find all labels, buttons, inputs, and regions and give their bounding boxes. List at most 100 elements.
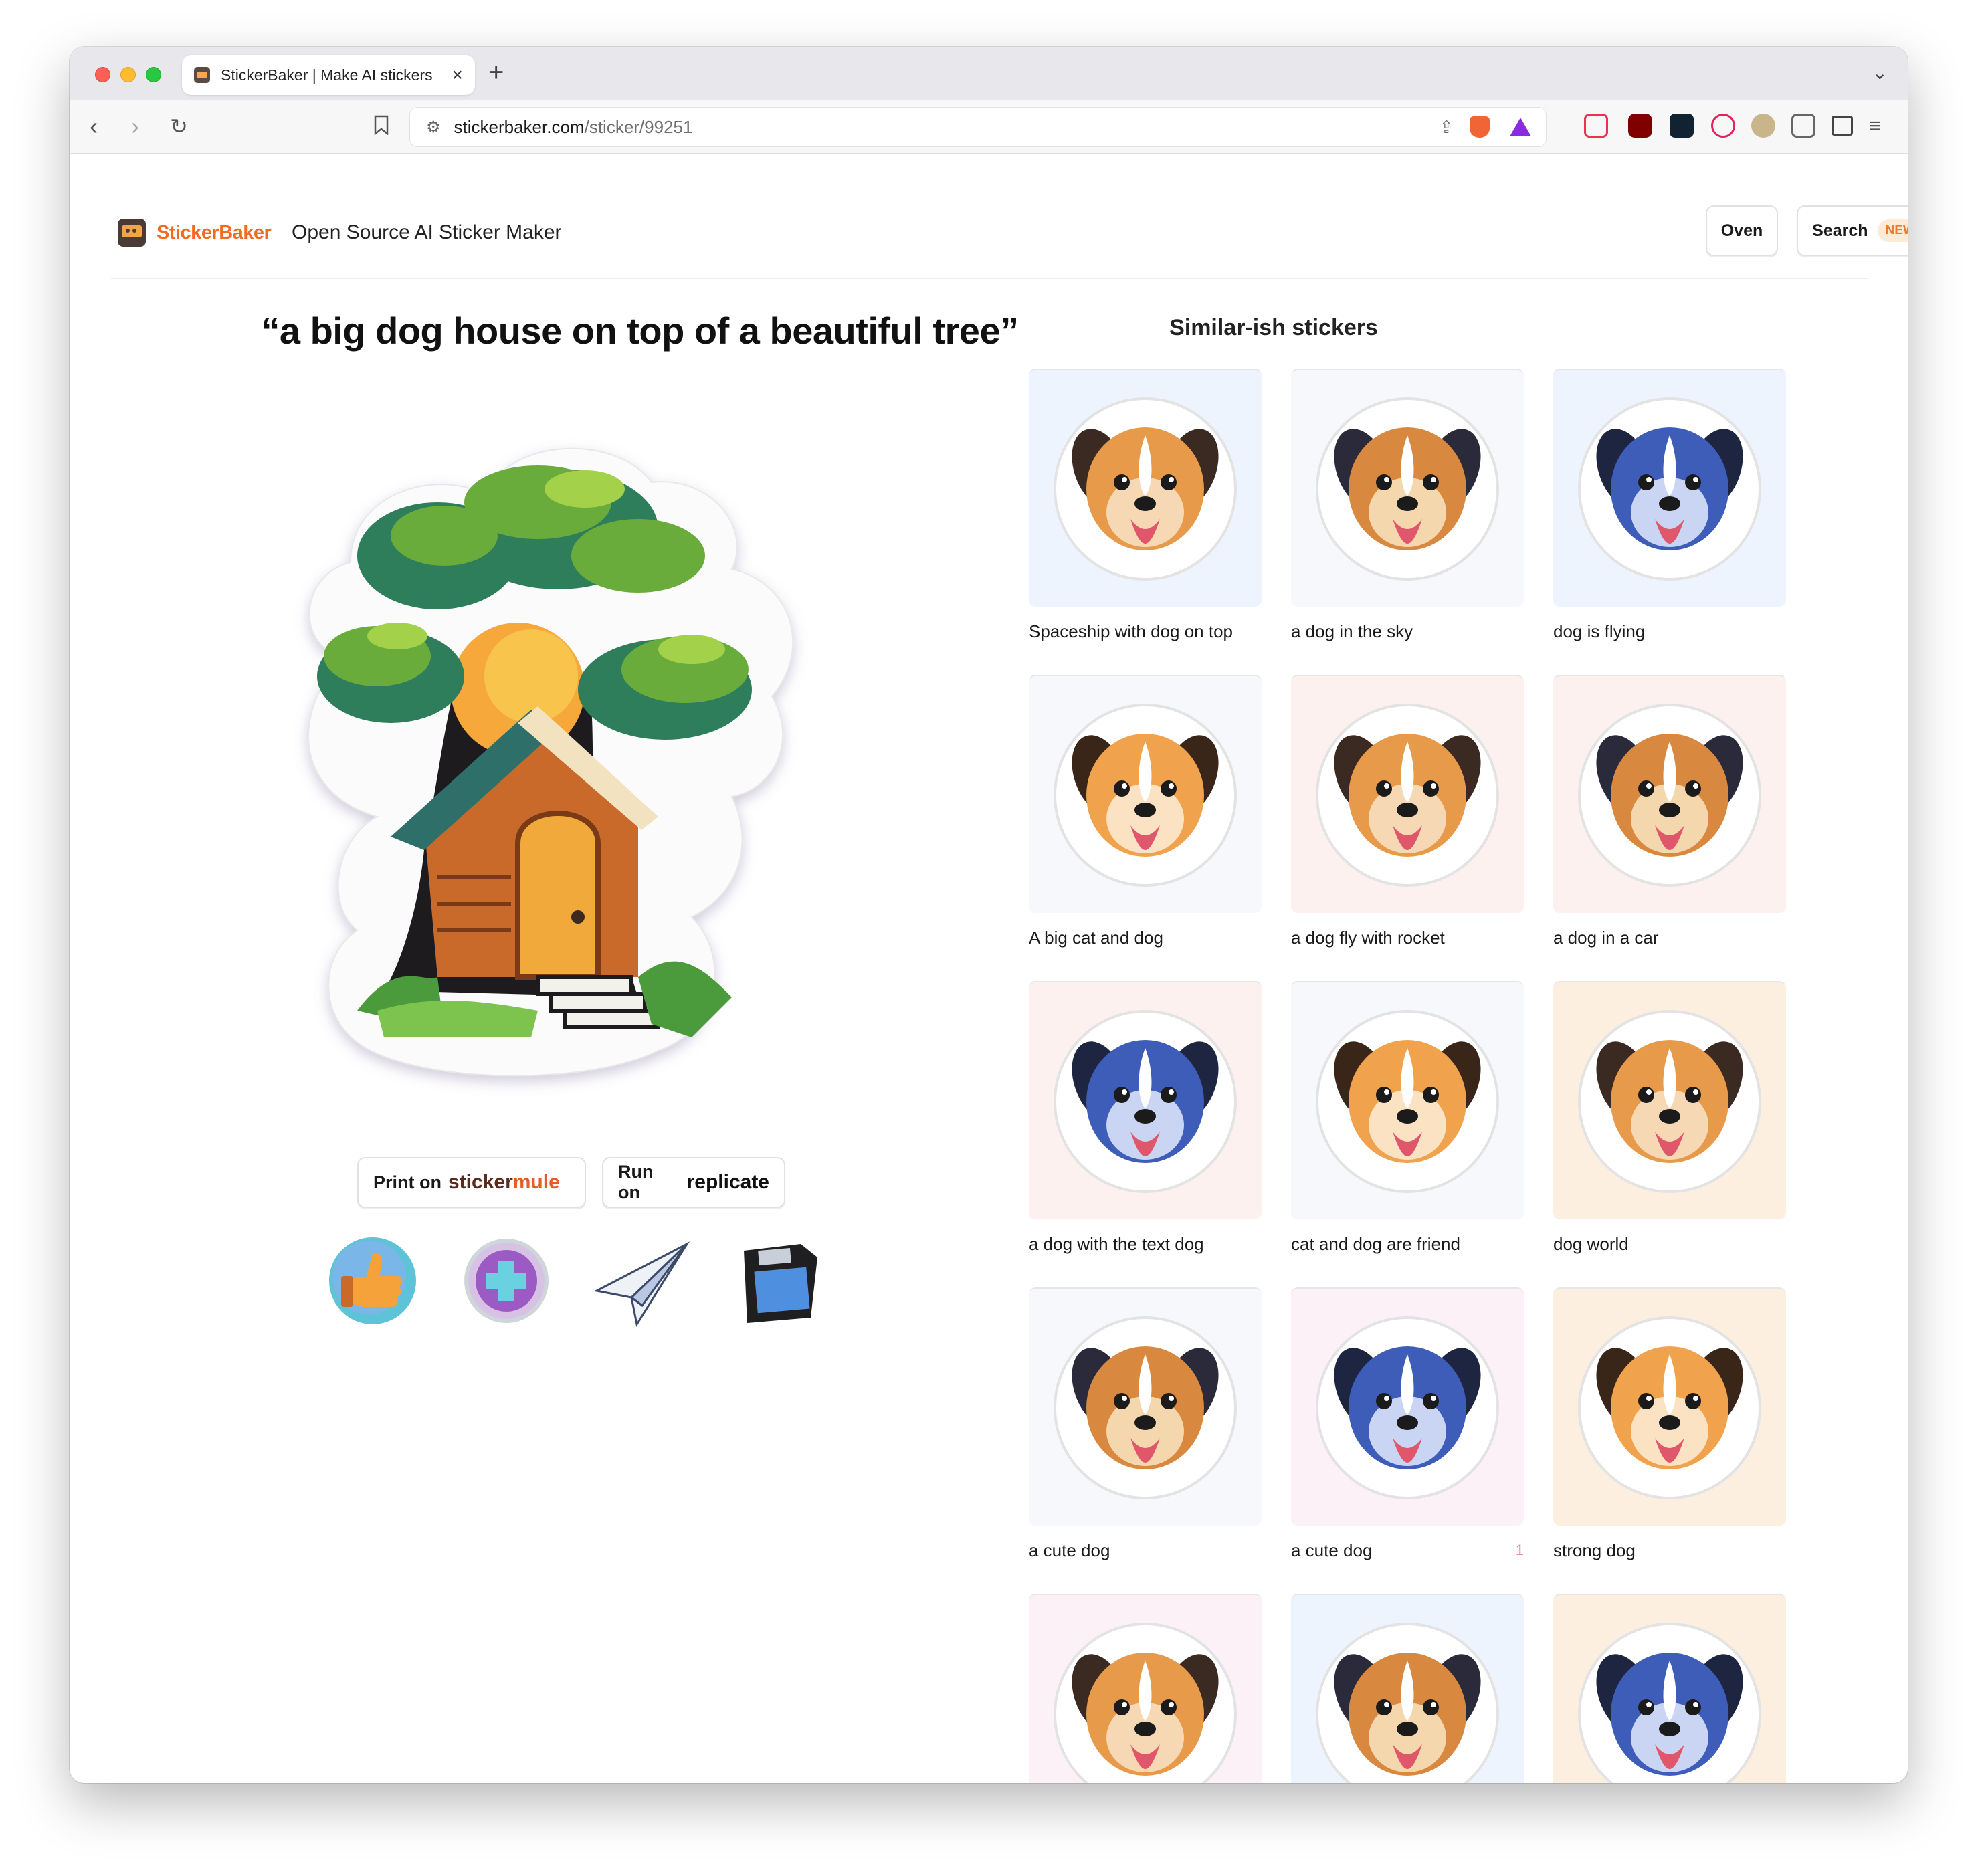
save-floppy-disk-icon[interactable] — [724, 1231, 824, 1331]
similar-sticker-card[interactable]: a cute dog — [1029, 1287, 1262, 1561]
stickerbaker-favicon-icon — [194, 67, 210, 83]
sticker-thumbnail[interactable] — [1291, 981, 1524, 1219]
similar-sticker-card[interactable]: A big cat and dog — [1029, 675, 1262, 948]
menu-icon[interactable]: ≡ — [1869, 115, 1881, 138]
sticker-thumbnail[interactable] — [1029, 1287, 1262, 1526]
dog-sticker-image — [1054, 397, 1237, 581]
reload-icon[interactable]: ↻ — [170, 114, 188, 139]
sticker-label[interactable]: Spaceship with dog on top — [1029, 621, 1262, 642]
search-button-label: Search — [1812, 221, 1868, 240]
sticker-label[interactable]: dog is flying — [1553, 621, 1786, 642]
new-badge: NEW — [1877, 219, 1908, 242]
brave-rewards-icon[interactable] — [1510, 118, 1531, 136]
search-button[interactable]: Search NEW — [1797, 205, 1908, 256]
sticker-thumbnail[interactable] — [1291, 1287, 1524, 1526]
like-count: 1 — [1515, 1542, 1524, 1558]
send-paper-plane-icon[interactable] — [590, 1231, 690, 1331]
thumbs-up-icon[interactable] — [322, 1231, 423, 1331]
extensions-puzzle-icon[interactable] — [1791, 114, 1815, 138]
page-content: StickerBaker Open Source AI Sticker Make… — [70, 154, 1908, 1783]
tab-strip: StickerBaker | Make AI stickers × + ⌄ — [70, 47, 1908, 100]
sticker-prompt-title: “a big dog house on top of a beautiful t… — [261, 310, 1019, 352]
forward-icon[interactable]: › — [131, 112, 139, 140]
similar-sticker-card[interactable]: a cute dog 1 — [1291, 1287, 1524, 1561]
similar-sticker-card[interactable]: strong dog — [1553, 1287, 1786, 1561]
brave-shields-icon[interactable] — [1470, 116, 1490, 138]
similar-sticker-card[interactable]: dog is flying — [1553, 369, 1786, 642]
replicate-logo: replicate — [686, 1171, 769, 1193]
sticker-thumbnail[interactable] — [1291, 1594, 1524, 1783]
close-tab-icon[interactable]: × — [452, 64, 463, 86]
sticker-label[interactable]: a dog in the sky — [1291, 621, 1524, 642]
new-tab-icon[interactable]: + — [488, 58, 504, 88]
similar-sticker-card[interactable] — [1553, 1594, 1786, 1783]
sticker-thumbnail[interactable] — [1553, 981, 1786, 1219]
sticker-label[interactable]: a cute dog — [1029, 1540, 1262, 1561]
bookmark-icon[interactable] — [373, 115, 389, 140]
add-plus-icon[interactable] — [456, 1231, 557, 1331]
sticker-label[interactable]: a cute dog — [1291, 1540, 1524, 1561]
stickermule-logo-sticker: sticker — [448, 1171, 513, 1193]
extension-k-icon[interactable] — [1670, 114, 1694, 138]
share-icon[interactable]: ⇪ — [1439, 117, 1454, 138]
sticker-label[interactable]: dog world — [1553, 1234, 1786, 1255]
similar-sticker-card[interactable]: a dog with the text dog — [1029, 981, 1262, 1255]
tab-title: StickerBaker | Make AI stickers — [221, 66, 433, 84]
video-extension-icon[interactable] — [1711, 114, 1735, 138]
site-settings-icon[interactable]: ⚙ — [426, 118, 441, 137]
similar-sticker-card[interactable]: a dog in the sky — [1291, 369, 1524, 642]
similar-sticker-card[interactable]: dog world — [1553, 981, 1786, 1255]
sticker-thumbnail[interactable] — [1029, 981, 1262, 1219]
sticker-label[interactable]: cat and dog are friend — [1291, 1234, 1524, 1255]
similar-stickers-heading: Similar-ish stickers — [1169, 315, 1378, 340]
tree-dog-house-sticker-image — [308, 447, 794, 1077]
dog-sticker-image — [1578, 397, 1761, 581]
ublock-icon[interactable] — [1628, 114, 1652, 138]
similar-sticker-card[interactable] — [1029, 1594, 1262, 1783]
sticker-thumbnail[interactable] — [1553, 1287, 1786, 1526]
sticker-thumbnail[interactable] — [1553, 675, 1786, 913]
similar-sticker-card[interactable]: a dog fly with rocket — [1291, 675, 1524, 948]
site-header: StickerBaker Open Source AI Sticker Make… — [111, 154, 1908, 279]
sticker-label[interactable]: strong dog — [1553, 1540, 1786, 1561]
close-window-button[interactable] — [95, 67, 110, 82]
sticker-label[interactable]: a dog in a car — [1553, 928, 1786, 948]
stack-extension-icon[interactable] — [1751, 114, 1775, 138]
sticker-thumbnail[interactable] — [1291, 369, 1524, 607]
similar-sticker-card[interactable]: a dog in a car — [1553, 675, 1786, 948]
sticker-label[interactable]: a dog with the text dog — [1029, 1234, 1262, 1255]
zoom-window-button[interactable] — [146, 67, 161, 82]
sticker-thumbnail[interactable] — [1291, 675, 1524, 913]
dog-sticker-image — [1578, 1623, 1761, 1783]
back-icon[interactable]: ‹ — [90, 112, 98, 140]
sticker-thumbnail[interactable] — [1029, 369, 1262, 607]
url-host: stickerbaker.com — [454, 116, 585, 137]
minimize-window-button[interactable] — [120, 67, 136, 82]
address-bar[interactable]: ⚙ stickerbaker.com /sticker/99251 ⇪ — [409, 107, 1547, 147]
sticker-thumbnail[interactable] — [1553, 369, 1786, 607]
similar-sticker-card[interactable]: cat and dog are friend — [1291, 981, 1524, 1255]
oven-button[interactable]: Oven — [1706, 205, 1778, 256]
print-on-stickermule-button[interactable]: Print on stickermule — [357, 1157, 586, 1208]
run-on-label: Run on — [618, 1162, 654, 1203]
similar-sticker-card[interactable] — [1291, 1594, 1524, 1783]
tab-list-chevron-icon[interactable]: ⌄ — [1872, 62, 1888, 84]
run-on-replicate-button[interactable]: Run on replicate — [602, 1157, 785, 1208]
sticker-thumbnail[interactable] — [1029, 675, 1262, 913]
dog-sticker-image — [1316, 1316, 1499, 1499]
sidebar-toggle-icon[interactable] — [1832, 116, 1853, 136]
sticker-label[interactable]: A big cat and dog — [1029, 928, 1262, 948]
dog-sticker-image — [1054, 1623, 1237, 1783]
dog-sticker-image — [1578, 1010, 1761, 1193]
oven-logo-icon[interactable] — [118, 219, 146, 247]
dog-sticker-image — [1054, 1316, 1237, 1499]
pocket-icon[interactable] — [1584, 114, 1608, 138]
logo-text[interactable]: StickerBaker — [157, 222, 272, 244]
sticker-thumbnail[interactable] — [1029, 1594, 1262, 1783]
sticker-label[interactable]: a dog fly with rocket — [1291, 928, 1524, 948]
site-tagline: Open Source AI Sticker Maker — [292, 221, 562, 243]
similar-sticker-card[interactable]: Spaceship with dog on top — [1029, 369, 1262, 642]
dog-sticker-image — [1054, 704, 1237, 887]
sticker-thumbnail[interactable] — [1553, 1594, 1786, 1783]
browser-tab[interactable]: StickerBaker | Make AI stickers × — [182, 55, 475, 95]
